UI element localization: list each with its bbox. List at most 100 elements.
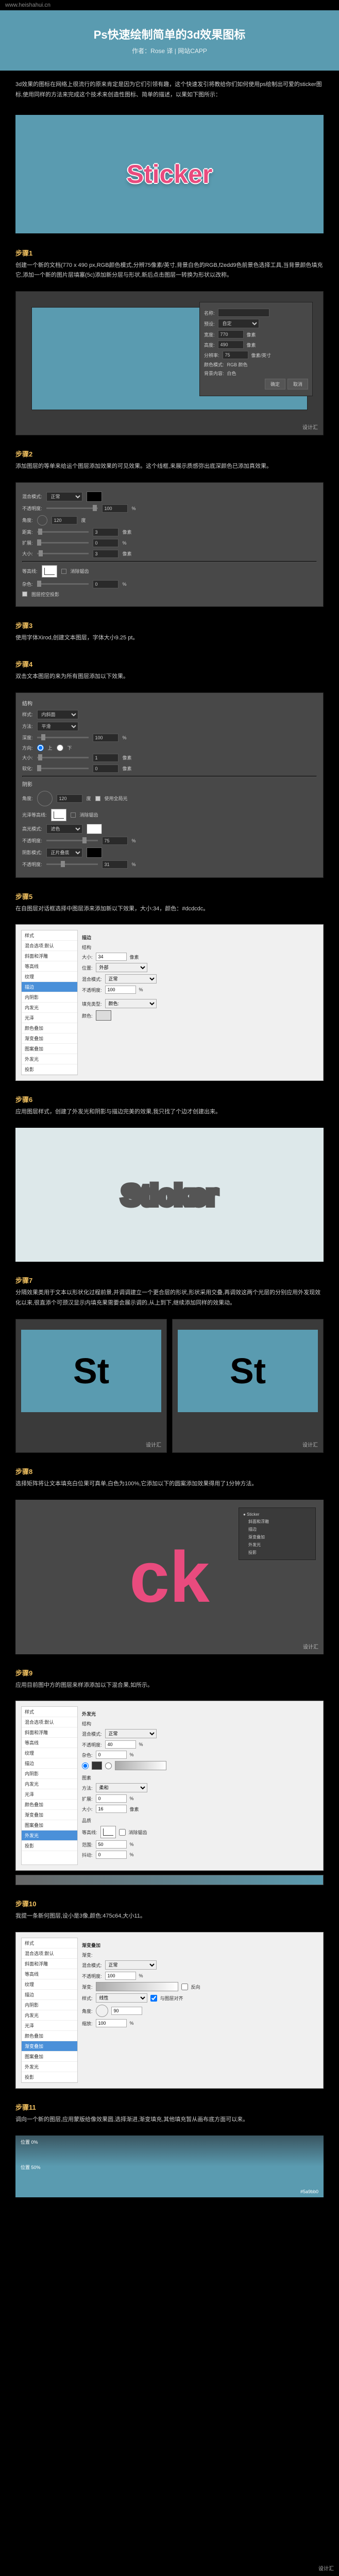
dist-input[interactable] — [93, 528, 118, 536]
fx-item[interactable]: 等高线 — [22, 1738, 77, 1748]
global-check[interactable] — [95, 796, 100, 801]
angle-dial[interactable] — [37, 515, 47, 526]
fx-item[interactable]: 内阴影 — [22, 992, 77, 1003]
contour-picker[interactable] — [42, 565, 57, 578]
width-input[interactable] — [218, 330, 244, 338]
fx-item[interactable]: 纹理 — [22, 1748, 77, 1758]
fx-item[interactable]: 投影 — [22, 2072, 77, 2082]
fx-item[interactable]: 纹理 — [22, 1979, 77, 1990]
hl-op-slider[interactable] — [46, 840, 98, 841]
cancel-button[interactable]: 取消 — [287, 379, 308, 389]
angle-dial[interactable] — [37, 791, 53, 806]
grad-radio[interactable] — [105, 1762, 112, 1769]
hl-op-input[interactable] — [102, 837, 128, 845]
blend-select[interactable]: 正常 — [105, 1960, 157, 1970]
opacity-slider[interactable] — [46, 507, 98, 509]
fx-item[interactable]: 斜面和浮雕 — [22, 1727, 77, 1738]
dir-up[interactable] — [37, 744, 44, 751]
hl-color[interactable] — [87, 824, 102, 834]
fx-item[interactable]: 渐变叠加 — [22, 1033, 77, 1044]
fx-item[interactable]: 等高线 — [22, 961, 77, 972]
blend-select[interactable]: 正常 — [105, 1729, 157, 1738]
fx-row[interactable]: 投影 — [242, 1549, 312, 1556]
knockout-check[interactable] — [22, 591, 27, 597]
fx-item[interactable]: 颜色叠加 — [22, 1800, 77, 1810]
fx-item[interactable]: 内发光 — [22, 1003, 77, 1013]
fx-item-active[interactable]: 渐变叠加 — [22, 2041, 77, 2052]
ok-button[interactable]: 确定 — [265, 379, 285, 389]
fx-row[interactable]: 渐变叠加 — [242, 1533, 312, 1541]
color-swatch[interactable] — [96, 1010, 111, 1021]
sh-op-slider[interactable] — [46, 863, 98, 865]
blend-select[interactable]: 正常 — [46, 492, 82, 501]
fx-item[interactable]: 描边 — [22, 1758, 77, 1769]
scale-input[interactable] — [96, 2019, 127, 2027]
fx-row[interactable]: 描边 — [242, 1526, 312, 1533]
jitter-input[interactable] — [96, 1851, 127, 1859]
depth-slider[interactable] — [37, 737, 89, 738]
fx-item[interactable]: 斜面和浮雕 — [22, 1959, 77, 1969]
fx-item[interactable]: 内阴影 — [22, 2000, 77, 2010]
fx-item[interactable]: 样式 — [22, 1938, 77, 1948]
color-swatch[interactable] — [87, 492, 102, 502]
spread-input[interactable] — [96, 1794, 127, 1803]
fx-item[interactable]: 投影 — [22, 1841, 77, 1851]
align-check[interactable] — [150, 1995, 157, 2002]
fx-item[interactable]: 颜色叠加 — [22, 2031, 77, 2041]
fx-item[interactable]: 混合选项:默认 — [22, 941, 77, 951]
soften-input[interactable] — [93, 765, 118, 773]
name-input[interactable] — [218, 309, 269, 317]
op-input[interactable] — [105, 1740, 136, 1749]
opacity-input[interactable] — [102, 504, 128, 513]
range-input[interactable] — [96, 1840, 127, 1849]
spread-slider[interactable] — [37, 542, 89, 544]
anti-check[interactable] — [71, 812, 76, 818]
fx-item[interactable]: 斜面和浮雕 — [22, 951, 77, 961]
tech-select[interactable]: 平滑 — [37, 722, 78, 731]
fx-row[interactable]: 斜面和浮雕 — [242, 1518, 312, 1526]
fx-row[interactable]: 外发光 — [242, 1541, 312, 1549]
fx-item[interactable]: 图案叠加 — [22, 1820, 77, 1831]
dir-down[interactable] — [57, 744, 63, 751]
fx-item[interactable]: 光泽 — [22, 1789, 77, 1800]
contour-picker[interactable] — [100, 1826, 116, 1838]
fx-item[interactable]: 渐变叠加 — [22, 1810, 77, 1820]
glow-grad[interactable] — [115, 1761, 166, 1770]
reverse-check[interactable] — [181, 1984, 188, 1990]
fx-item[interactable]: 颜色叠加 — [22, 1023, 77, 1033]
fx-item[interactable]: 图案叠加 — [22, 2052, 77, 2062]
size-input[interactable] — [93, 550, 118, 558]
blend-select[interactable]: 正常 — [105, 974, 157, 984]
fx-item[interactable]: 内阴影 — [22, 1769, 77, 1779]
size-input[interactable] — [96, 953, 127, 961]
fx-item[interactable]: 样式 — [22, 930, 77, 941]
noise-input[interactable] — [93, 580, 118, 588]
angle-input[interactable] — [57, 794, 82, 803]
fill-select[interactable]: 颜色: — [105, 999, 157, 1008]
fx-item[interactable]: 样式 — [22, 1707, 77, 1717]
noise-slider[interactable] — [37, 583, 89, 585]
angle-input[interactable] — [52, 516, 77, 524]
fx-item[interactable]: 混合选项:默认 — [22, 1948, 77, 1959]
fx-item[interactable]: 外发光 — [22, 1054, 77, 1064]
gloss-contour[interactable] — [51, 809, 66, 821]
angle-dial[interactable] — [96, 2005, 108, 2017]
color-radio[interactable] — [82, 1762, 89, 1769]
sh-op-input[interactable] — [102, 860, 128, 869]
spread-input[interactable] — [93, 539, 118, 547]
dist-slider[interactable] — [37, 531, 89, 533]
angle-input[interactable] — [111, 2007, 142, 2015]
op-input[interactable] — [105, 986, 136, 994]
fx-item[interactable]: 混合选项:默认 — [22, 1717, 77, 1727]
sh-color[interactable] — [87, 848, 102, 858]
anti-check[interactable] — [61, 569, 66, 574]
layer-row[interactable]: ● Sticker — [242, 1511, 312, 1518]
fx-item[interactable]: 图案叠加 — [22, 1044, 77, 1054]
op-input[interactable] — [105, 1972, 136, 1980]
style-select[interactable]: 内斜面 — [37, 710, 78, 719]
fx-item-active[interactable]: 描边 — [22, 982, 77, 992]
pos-select[interactable]: 外部 — [96, 963, 147, 972]
anti-check[interactable] — [119, 1829, 126, 1836]
size-slider[interactable] — [37, 757, 89, 758]
preset-select[interactable]: 自定 — [218, 319, 259, 328]
